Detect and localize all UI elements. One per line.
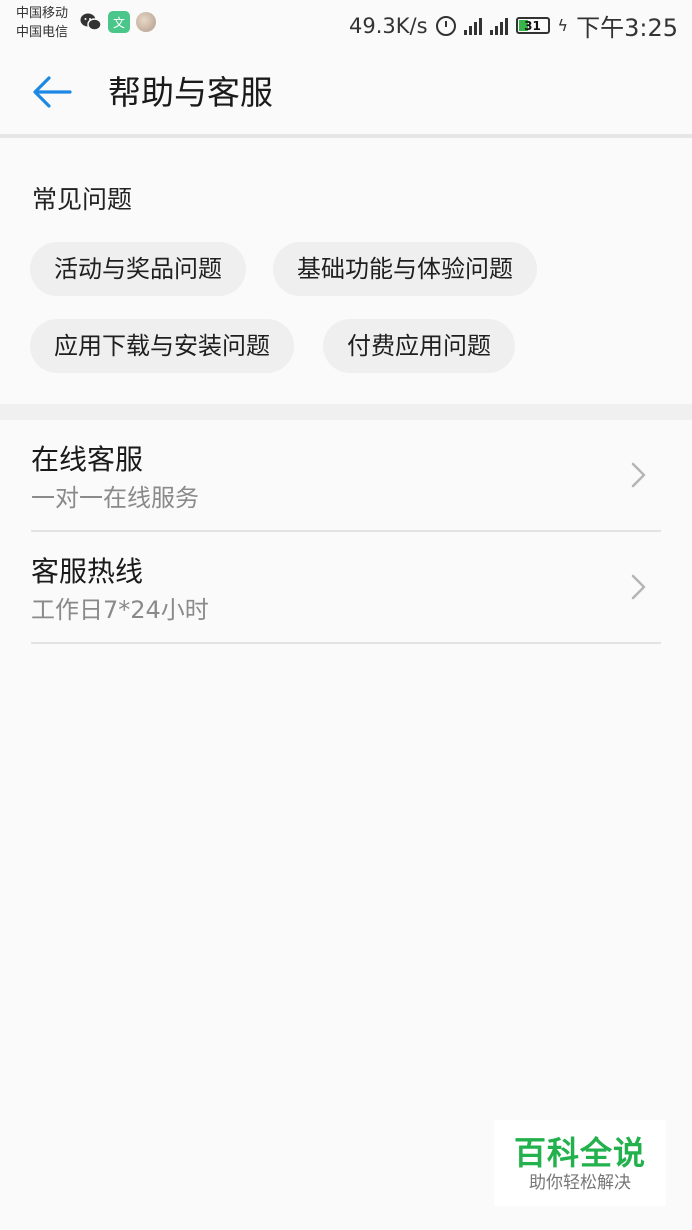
online-service-title: 在线客服 [31, 443, 144, 476]
carrier-2: 中国电信 [16, 25, 69, 40]
page-title: 帮助与客服 [108, 73, 273, 112]
service-list: 在线客服 一对一在线服务 客服热线 工作日7*24小时 [0, 420, 692, 644]
faq-chip-download-install[interactable]: 应用下载与安装问题 [30, 319, 294, 373]
faq-heading: 常见问题 [32, 185, 133, 214]
faq-chip-basic-features[interactable]: 基础功能与体验问题 [273, 242, 537, 296]
carrier-1: 中国移动 [16, 6, 69, 21]
faq-chip-activity-prizes[interactable]: 活动与奖品问题 [30, 242, 246, 296]
signal-2-icon [489, 17, 508, 35]
carrier-info: 中国移动 中国电信 [16, 4, 68, 42]
list-divider [31, 642, 661, 644]
section-separator [0, 404, 692, 420]
back-arrow-icon [33, 76, 72, 108]
battery-level: 31 [524, 18, 541, 33]
online-service-item[interactable]: 在线客服 一对一在线服务 [0, 420, 692, 532]
baike-watermark: 百科全说 助你轻松解决 [494, 1120, 666, 1206]
battery-icon: 31 [515, 17, 550, 34]
faq-section: 常见问题 活动与奖品问题 基础功能与体验问题 应用下载与安装问题 付费应用问题 [0, 138, 692, 404]
signal-1-icon [463, 17, 482, 35]
alarm-icon [435, 15, 456, 36]
clock: 下午3:25 [576, 14, 678, 42]
online-service-subtitle: 一对一在线服务 [31, 484, 199, 512]
wechat-icon [80, 11, 102, 33]
wen-app-icon: 文 [108, 11, 130, 33]
watermark-subtitle: 助你轻松解决 [529, 1173, 631, 1193]
avatar-notification-icon [136, 12, 156, 32]
title-bar: 帮助与客服 [0, 48, 692, 136]
chevron-right-icon [631, 462, 646, 488]
chevron-right-icon [631, 574, 646, 600]
watermark-title: 百科全说 [513, 1134, 646, 1172]
charging-icon: ϟ [557, 16, 569, 35]
back-button[interactable] [28, 68, 76, 116]
network-speed: 49.3K/s [348, 13, 428, 38]
system-status: 49.3K/s 31 ϟ 下午3:25 [349, 8, 678, 43]
status-bar: 中国移动 中国电信 文 49.3K/s 31 ϟ 下午3:25 [0, 0, 692, 48]
faq-chip-paid-apps[interactable]: 付费应用问题 [323, 319, 515, 373]
hotline-subtitle: 工作日7*24小时 [31, 596, 209, 624]
hotline-service-item[interactable]: 客服热线 工作日7*24小时 [0, 532, 692, 644]
notification-icons: 文 [80, 11, 156, 33]
hotline-title: 客服热线 [31, 555, 144, 588]
